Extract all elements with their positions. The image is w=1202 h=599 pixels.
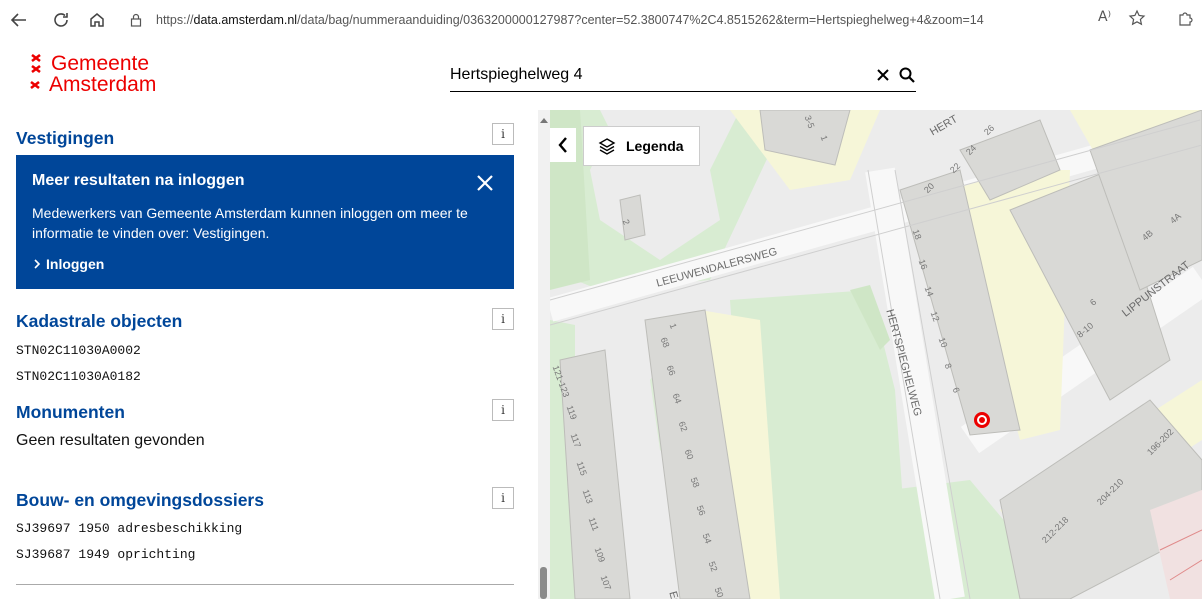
section-title-kadastrale-objecten: Kadastrale objecten bbox=[16, 311, 183, 331]
logo-text-line2: Amsterdam bbox=[49, 73, 157, 96]
search-input[interactable] bbox=[450, 62, 850, 88]
map-tiles bbox=[550, 110, 1202, 599]
monumenten-empty-text: Geen resultaten gevonden bbox=[16, 432, 205, 449]
map-view[interactable]: Legenda LEEUWENDALERSWEG HERTSPIEGHELWEG… bbox=[550, 110, 1202, 599]
kadastraal-object-link[interactable]: STN02C11030A0182 bbox=[16, 369, 141, 384]
divider bbox=[16, 584, 514, 585]
clear-icon[interactable] bbox=[873, 63, 893, 87]
chevron-right-icon bbox=[34, 259, 41, 269]
back-icon[interactable] bbox=[8, 9, 30, 31]
bouwdossier-link[interactable]: SJ39697 1950 adresbeschikking bbox=[16, 521, 242, 536]
address-bar[interactable]: https://data.amsterdam.nl/data/bag/numme… bbox=[130, 4, 1140, 36]
kadastraal-object-link[interactable]: STN02C11030A0002 bbox=[16, 343, 141, 358]
read-aloud-icon[interactable]: A⁾ bbox=[1098, 9, 1111, 25]
login-notification-text: Medewerkers van Gemeente Amsterdam kunne… bbox=[32, 205, 468, 241]
location-marker[interactable] bbox=[974, 412, 990, 428]
info-button-monumenten[interactable]: i bbox=[492, 399, 514, 421]
url-path: /data/bag/nummeraanduiding/0363200000127… bbox=[297, 13, 984, 27]
panel-scrollbar[interactable] bbox=[538, 110, 550, 599]
section-title-bouwdossiers: Bouw- en omgevingsdossiers bbox=[16, 490, 264, 510]
section-title-vestigingen: Vestigingen bbox=[16, 128, 115, 148]
bouwdossier-link[interactable]: SJ39687 1949 oprichting bbox=[16, 547, 195, 562]
favorite-star-icon[interactable] bbox=[1128, 9, 1146, 31]
login-notification-title: Meer resultaten na inloggen bbox=[32, 172, 245, 189]
lock-icon bbox=[130, 13, 144, 27]
login-notification: Meer resultaten na inloggen Medewerkers … bbox=[16, 155, 514, 289]
login-link-label: Inloggen bbox=[46, 256, 105, 272]
legend-label: Legenda bbox=[626, 138, 684, 154]
layers-icon bbox=[598, 138, 616, 155]
reload-icon[interactable] bbox=[50, 9, 72, 31]
collapse-panel-button[interactable] bbox=[550, 128, 576, 162]
scrollbar-thumb[interactable] bbox=[540, 567, 547, 599]
home-icon[interactable] bbox=[86, 9, 108, 31]
login-link[interactable]: Inloggen bbox=[32, 256, 104, 272]
section-title-monumenten: Monumenten bbox=[16, 402, 125, 422]
andreas-cross-icon bbox=[30, 80, 40, 90]
andreas-cross-icon bbox=[31, 54, 41, 74]
url-prefix: https:// bbox=[156, 13, 194, 27]
search-bar bbox=[450, 60, 916, 92]
detail-panel: Vestigingen i Meer resultaten na inlogge… bbox=[0, 110, 538, 599]
url-host: data.amsterdam.nl bbox=[193, 13, 298, 27]
search-icon[interactable] bbox=[897, 63, 917, 87]
gemeente-amsterdam-logo[interactable]: Gemeente Amsterdam bbox=[29, 52, 157, 96]
extensions-icon[interactable] bbox=[1176, 9, 1194, 31]
info-button-kadastrale-objecten[interactable]: i bbox=[492, 308, 514, 330]
info-button-bouwdossiers[interactable]: i bbox=[492, 487, 514, 509]
scroll-up-icon[interactable] bbox=[539, 116, 549, 124]
browser-toolbar: https://data.amsterdam.nl/data/bag/numme… bbox=[0, 0, 1202, 40]
info-button-vestigingen[interactable]: i bbox=[492, 123, 514, 145]
chevron-left-icon bbox=[558, 137, 567, 153]
legend-button[interactable]: Legenda bbox=[583, 126, 700, 166]
close-icon[interactable] bbox=[474, 172, 496, 194]
